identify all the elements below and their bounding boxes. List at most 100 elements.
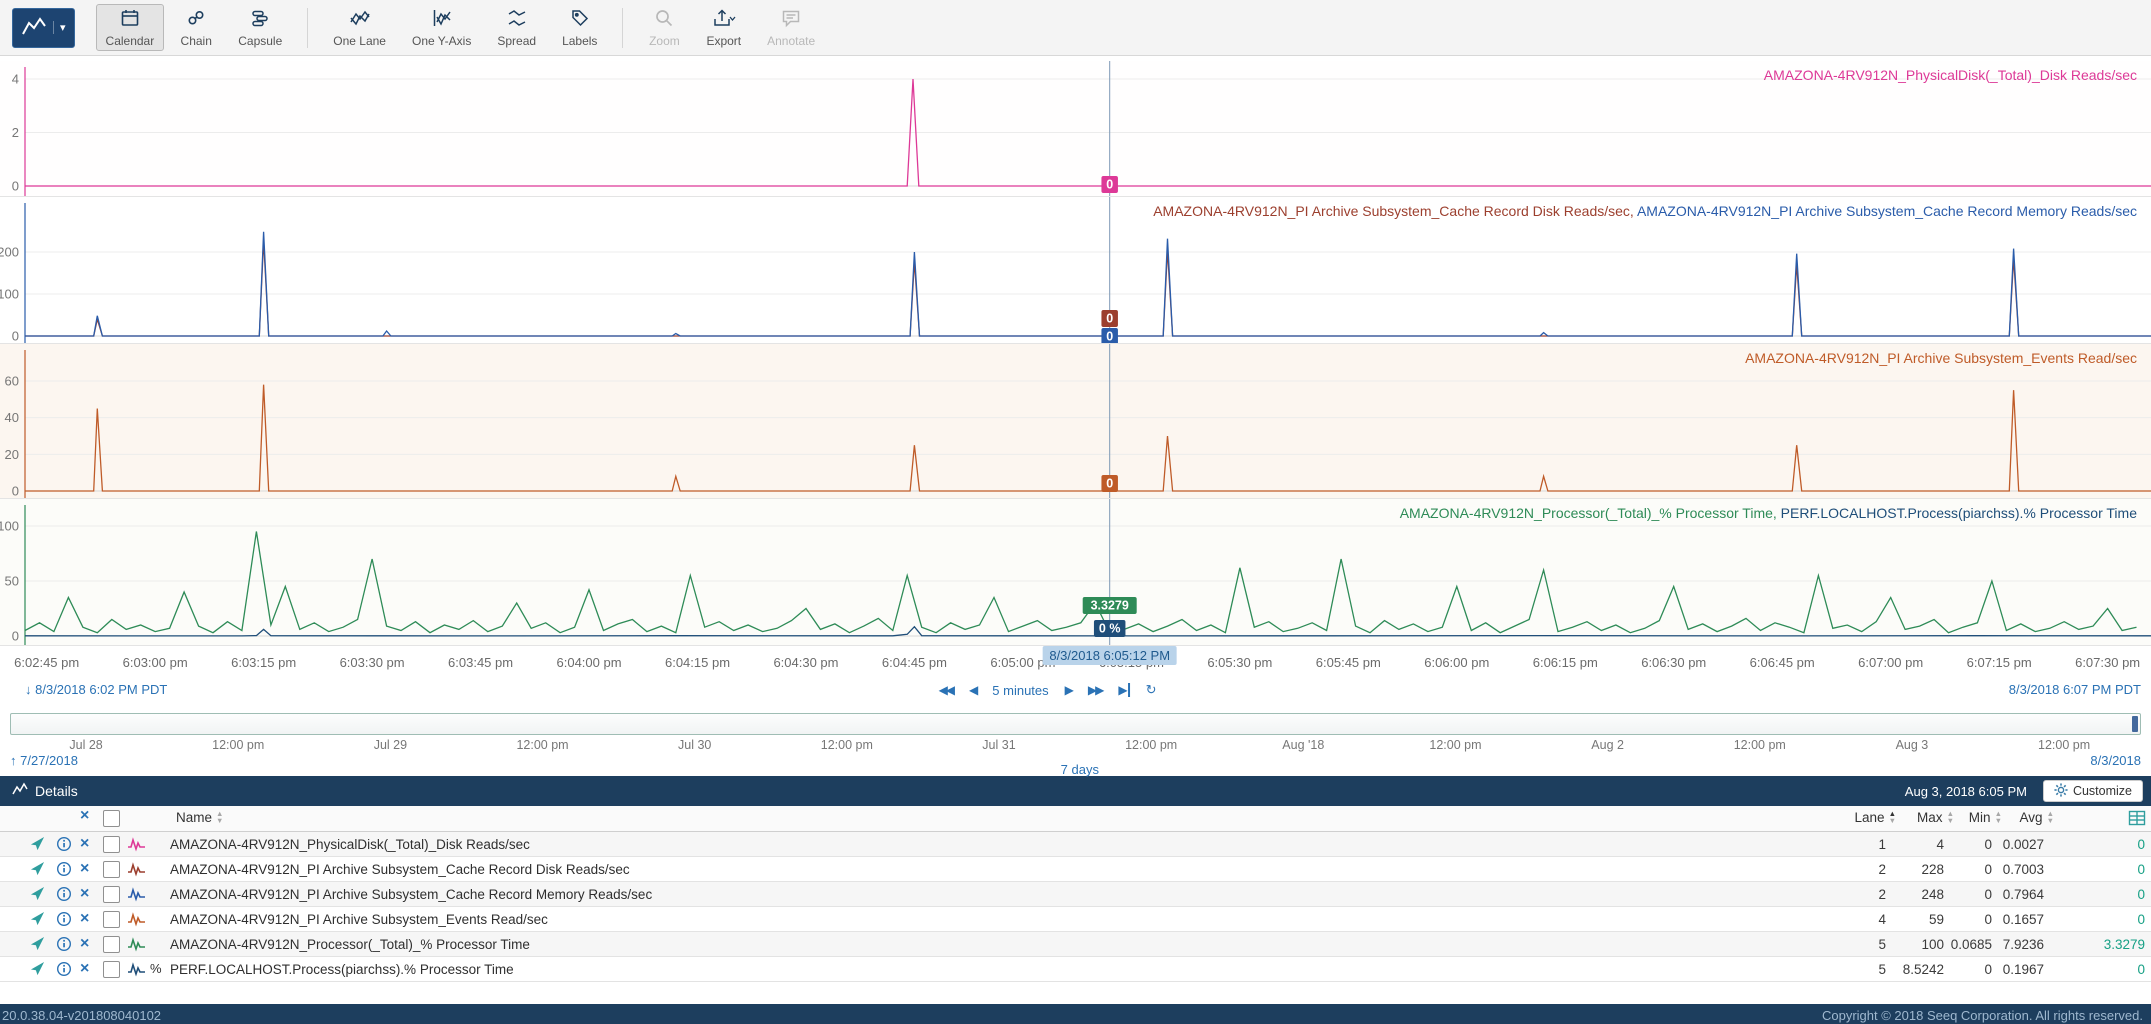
- signal-name[interactable]: AMAZONA-4RV912N_PI Archive Subsystem_Eve…: [170, 912, 548, 927]
- chart-lane-5[interactable]: 1005003.32790 %AMAZONA-4RV912N_Processor…: [0, 499, 2151, 646]
- step-forward-icon[interactable]: ▶: [1065, 683, 1072, 697]
- column-header-lane[interactable]: Lane ▲▼: [1855, 810, 1896, 825]
- version-text: 20.0.38.04-v201808040102: [2, 1008, 161, 1023]
- gear-icon: [2054, 783, 2068, 800]
- timeline-track[interactable]: [10, 713, 2141, 735]
- info-icon[interactable]: [56, 911, 72, 927]
- info-icon[interactable]: [56, 886, 72, 902]
- sort-asc-icon: ▲▼: [1889, 811, 1896, 824]
- step-to-now-icon[interactable]: ▶: [1118, 683, 1129, 697]
- table-row[interactable]: ×%PERF.LOCALHOST.Process(piarchss).% Pro…: [0, 957, 2151, 982]
- row-checkbox[interactable]: [103, 861, 120, 878]
- cell-lane: 2: [1878, 887, 1886, 902]
- toolbar-calendar-button[interactable]: Calendar: [96, 4, 165, 51]
- x-axis-label: 6:06:00 pm: [1424, 655, 1489, 670]
- signal-name[interactable]: AMAZONA-4RV912N_Processor(_Total)_% Proc…: [170, 937, 530, 952]
- customize-button[interactable]: Customize: [2043, 780, 2143, 802]
- toolbar-one-lane-button[interactable]: One Lane: [323, 4, 396, 51]
- x-axis-label: 6:06:45 pm: [1750, 655, 1815, 670]
- toolbar-label: Capsule: [238, 34, 282, 48]
- toolbar-chain-button[interactable]: Chain: [170, 4, 222, 51]
- toolbar-spread-button[interactable]: Spread: [487, 4, 546, 51]
- remove-icon[interactable]: ×: [80, 883, 89, 905]
- chart-lane-4[interactable]: 60402000AMAZONA-4RV912N_PI Archive Subsy…: [0, 344, 2151, 499]
- info-icon[interactable]: [56, 836, 72, 852]
- cell-max: 4: [1936, 837, 1944, 852]
- toolbar-label: Annotate: [767, 34, 815, 48]
- toolbar-export-button[interactable]: Export: [696, 4, 751, 51]
- table-row[interactable]: × AMAZONA-4RV912N_Processor(_Total)_% Pro…: [0, 932, 2151, 957]
- remove-icon[interactable]: ×: [80, 958, 89, 980]
- toolbar-one-y-axis-button[interactable]: One Y-Axis: [402, 4, 481, 51]
- row-checkbox[interactable]: [103, 961, 120, 978]
- remove-icon[interactable]: ×: [80, 833, 89, 855]
- capsule-icon: [250, 8, 270, 31]
- table-options-icon[interactable]: [2128, 809, 2146, 830]
- toolbar-label: Chain: [181, 34, 212, 48]
- send-signal-icon[interactable]: [30, 911, 45, 926]
- send-signal-icon[interactable]: [30, 886, 45, 901]
- column-header-avg[interactable]: Avg ▲▼: [2020, 810, 2054, 825]
- zoom-icon: [654, 8, 674, 31]
- column-header-min[interactable]: Min ▲▼: [1969, 810, 2002, 825]
- column-header-max[interactable]: Max ▲▼: [1917, 810, 1954, 825]
- svg-text:100: 100: [0, 519, 19, 534]
- row-checkbox[interactable]: [103, 911, 120, 928]
- timeline-start-date[interactable]: ↑ 7/27/2018: [10, 753, 78, 768]
- signal-name[interactable]: AMAZONA-4RV912N_PhysicalDisk(_Total)_Dis…: [170, 837, 530, 852]
- signal-icon: [128, 962, 145, 977]
- svg-text:20: 20: [5, 447, 19, 462]
- details-panel-header: Details Aug 3, 2018 6:05 PM Customize: [0, 776, 2151, 806]
- timeline-tick-label: 12:00 pm: [212, 738, 264, 752]
- row-checkbox[interactable]: [103, 886, 120, 903]
- trend-view-button[interactable]: ▾: [12, 8, 75, 48]
- toolbar-capsule-button[interactable]: Capsule: [228, 4, 292, 51]
- send-signal-icon[interactable]: [30, 961, 45, 976]
- row-checkbox[interactable]: [103, 936, 120, 953]
- step-forward-full-icon[interactable]: ▶▶: [1088, 683, 1102, 697]
- select-all-checkbox[interactable]: [103, 810, 120, 827]
- column-header-name[interactable]: Name ▲▼: [176, 810, 223, 825]
- info-icon[interactable]: [56, 861, 72, 877]
- cell-cursor-value: 0: [2137, 912, 2145, 927]
- table-row[interactable]: × AMAZONA-4RV912N_PI Archive Subsystem_Ev…: [0, 907, 2151, 932]
- timeline-selected-window[interactable]: [2132, 716, 2138, 732]
- spread-icon: [506, 8, 528, 31]
- signal-name[interactable]: PERF.LOCALHOST.Process(piarchss).% Proce…: [170, 962, 514, 977]
- step-back-icon[interactable]: ◀: [969, 683, 976, 697]
- range-start[interactable]: ↓ 8/3/2018 6:02 PM PDT: [25, 682, 167, 697]
- remove-icon[interactable]: ×: [80, 908, 89, 930]
- signal-icon: [128, 912, 145, 927]
- table-row[interactable]: × AMAZONA-4RV912N_PI Archive Subsystem_Ca…: [0, 882, 2151, 907]
- timeline-duration[interactable]: 7 days: [1061, 762, 1099, 777]
- remove-icon[interactable]: ×: [80, 933, 89, 955]
- trend-chart[interactable]: 4200AMAZONA-4RV912N_PhysicalDisk(_Total)…: [0, 56, 2151, 706]
- table-row[interactable]: × AMAZONA-4RV912N_PI Archive Subsystem_Ca…: [0, 857, 2151, 882]
- chart-lane-2[interactable]: 200100000AMAZONA-4RV912N_PI Archive Subs…: [0, 197, 2151, 344]
- svg-text:AMAZONA-4RV912N_PI Archive Sub: AMAZONA-4RV912N_PI Archive Subsystem_Eve…: [1745, 350, 2137, 366]
- info-icon[interactable]: [56, 936, 72, 952]
- signal-name[interactable]: AMAZONA-4RV912N_PI Archive Subsystem_Cac…: [170, 887, 652, 902]
- send-signal-icon[interactable]: [30, 861, 45, 876]
- chart-lanes: 4200AMAZONA-4RV912N_PhysicalDisk(_Total)…: [0, 61, 2151, 646]
- info-icon[interactable]: [56, 961, 72, 977]
- send-signal-icon[interactable]: [30, 936, 45, 951]
- remove-all-icon[interactable]: ×: [80, 807, 89, 825]
- remove-icon[interactable]: ×: [80, 858, 89, 880]
- svg-text:0: 0: [1106, 477, 1113, 491]
- x-axis-label: 6:04:15 pm: [665, 655, 730, 670]
- table-row[interactable]: × AMAZONA-4RV912N_PhysicalDisk(_Total)_Di…: [0, 832, 2151, 857]
- cell-min: 0.0685: [1951, 937, 1992, 952]
- signal-icon: [128, 937, 145, 952]
- step-back-full-icon[interactable]: ◀◀: [939, 683, 953, 697]
- chart-lane-1[interactable]: 4200AMAZONA-4RV912N_PhysicalDisk(_Total)…: [0, 61, 2151, 197]
- timeline-end-date[interactable]: 8/3/2018: [2090, 753, 2141, 768]
- duration-link[interactable]: 5 minutes: [992, 683, 1048, 698]
- range-end[interactable]: 8/3/2018 6:07 PM PDT: [2009, 682, 2141, 697]
- row-checkbox[interactable]: [103, 836, 120, 853]
- signal-name[interactable]: AMAZONA-4RV912N_PI Archive Subsystem_Cac…: [170, 862, 630, 877]
- refresh-icon[interactable]: ↻: [1146, 682, 1157, 698]
- timeline-tick-label: 12:00 pm: [1734, 738, 1786, 752]
- send-signal-icon[interactable]: [30, 836, 45, 851]
- toolbar-labels-button[interactable]: Labels: [552, 4, 607, 51]
